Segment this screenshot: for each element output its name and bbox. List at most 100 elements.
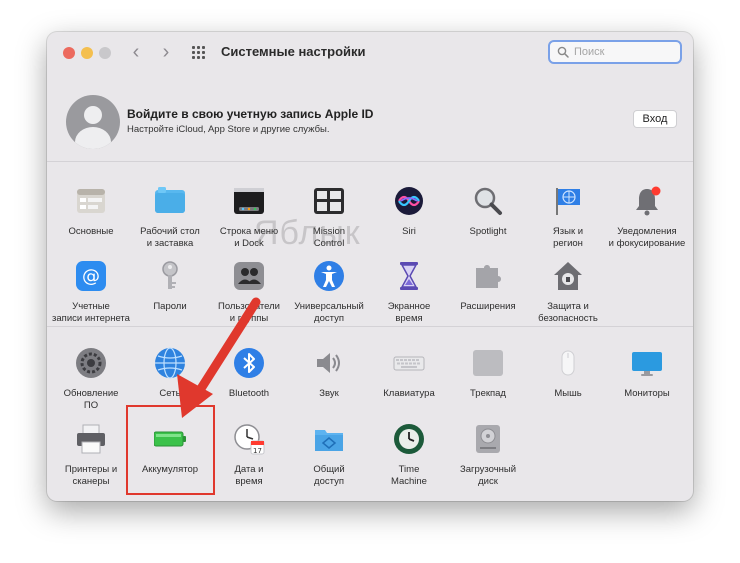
pref-trackpad[interactable]: Трекпад	[448, 347, 528, 400]
pref-label: Универсальный доступ	[294, 301, 364, 324]
language-flag-icon	[556, 188, 580, 215]
title-bar: ‹ › Системные настройки	[47, 32, 693, 74]
software-update-icon	[76, 348, 106, 378]
pref-startup-disk[interactable]: Загрузочный диск	[448, 423, 528, 488]
pref-label: Сеть	[159, 388, 181, 399]
watermark: Яблык	[254, 214, 361, 252]
pref-sharing[interactable]: Общий доступ	[289, 423, 369, 488]
pref-keyboard[interactable]: Клавиатура	[369, 347, 449, 400]
disk-icon	[476, 425, 500, 453]
pref-label: Bluetooth	[228, 388, 270, 399]
pref-language[interactable]: Язык и регион	[528, 185, 608, 250]
pref-internet-accounts[interactable]: @ Учетные записи интернета	[51, 260, 131, 325]
pref-label: Звук	[319, 388, 339, 399]
pref-label: Защита и безопасность	[538, 301, 598, 324]
apple-id-title: Войдите в свою учетную запись Apple ID	[127, 107, 374, 121]
keyboard-icon	[393, 356, 425, 371]
login-button[interactable]: Вход	[633, 110, 677, 128]
siri-icon	[395, 187, 423, 215]
pref-general[interactable]: Основные	[51, 185, 131, 238]
pref-label: Язык и регион	[552, 226, 584, 249]
apple-id-subtitle: Настройте iCloud, App Store и другие слу…	[127, 124, 330, 135]
pref-desktop[interactable]: Рабочий стол и заставка	[130, 185, 210, 250]
pref-siri[interactable]: Siri	[369, 185, 449, 238]
pref-screen-time[interactable]: Экранное время	[369, 260, 449, 325]
general-icon	[77, 189, 105, 213]
pref-label: Учетные записи интернета	[52, 301, 130, 324]
sharing-folder-icon	[315, 430, 343, 451]
apple-id-banner[interactable]: Войдите в свою учетную запись Apple ID Н…	[47, 74, 693, 161]
battery-highlight-box	[126, 405, 215, 495]
users-icon	[234, 262, 264, 290]
house-lock-icon	[554, 262, 582, 290]
show-all-grid-icon[interactable]	[192, 46, 208, 60]
pref-label: Экранное время	[387, 301, 431, 324]
time-machine-icon	[394, 424, 424, 454]
back-button[interactable]: ‹	[125, 42, 147, 64]
pref-label: Дата и время	[234, 464, 264, 487]
key-icon	[162, 261, 178, 289]
pref-label: Мышь	[554, 388, 582, 399]
search-input[interactable]	[574, 44, 674, 60]
pref-network[interactable]: Сеть	[130, 347, 210, 400]
pref-label: Принтеры и сканеры	[64, 464, 118, 487]
printer-icon	[77, 424, 105, 454]
spotlight-icon	[474, 187, 502, 215]
pref-label: Пароли	[153, 301, 187, 312]
forward-button[interactable]: ›	[155, 42, 177, 64]
pref-spotlight[interactable]: Spotlight	[448, 185, 528, 238]
pref-label: Обновление ПО	[63, 388, 119, 411]
svg-text:@: @	[82, 266, 100, 287]
pref-security[interactable]: Защита и безопасность	[528, 260, 608, 325]
dock-icon	[234, 188, 264, 214]
monitor-icon	[632, 352, 662, 376]
pref-software-update[interactable]: Обновление ПО	[51, 347, 131, 412]
trackpad-icon	[473, 350, 503, 376]
pref-label: Time Machine	[391, 464, 427, 487]
globe-icon	[155, 347, 185, 379]
pref-label: Уведомления и фокусирование	[608, 226, 686, 249]
pref-time-machine[interactable]: Time Machine	[369, 423, 449, 488]
pref-label: Spotlight	[469, 226, 507, 237]
hourglass-icon	[400, 262, 418, 290]
mission-control-icon	[314, 188, 344, 214]
pref-notifications[interactable]: Уведомления и фокусирование	[607, 185, 687, 250]
pref-label: Siri	[402, 226, 416, 237]
search-icon	[557, 46, 569, 58]
avatar[interactable]	[66, 95, 120, 149]
pref-printers[interactable]: Принтеры и сканеры	[51, 423, 131, 488]
speaker-icon	[317, 353, 340, 373]
bell-icon	[636, 186, 661, 216]
bluetooth-icon	[234, 348, 264, 378]
pref-label: Мониторы	[624, 388, 670, 399]
pref-mouse[interactable]: Мышь	[528, 347, 608, 400]
pref-users[interactable]: Пользователи и группы	[209, 260, 289, 325]
window-title: Системные настройки	[221, 44, 366, 59]
pref-sound[interactable]: Звук	[289, 347, 369, 400]
zoom-button[interactable]	[99, 47, 111, 59]
desktop-icon	[155, 187, 185, 213]
search-field[interactable]	[548, 40, 682, 64]
accessibility-icon	[314, 261, 344, 291]
clock-calendar-icon: 17	[234, 424, 265, 455]
pref-accessibility[interactable]: Универсальный доступ	[289, 260, 369, 325]
pref-label: Трекпад	[470, 388, 506, 399]
pref-label: Рабочий стол и заставка	[140, 226, 200, 249]
pref-label: Клавиатура	[383, 388, 435, 399]
pref-label: Общий доступ	[313, 464, 345, 487]
mouse-icon	[561, 350, 575, 376]
pref-date-time[interactable]: 17 Дата и время	[209, 423, 289, 488]
minimize-button[interactable]	[81, 47, 93, 59]
puzzle-icon	[476, 265, 501, 288]
divider	[47, 161, 693, 162]
pref-bluetooth[interactable]: Bluetooth	[209, 347, 289, 400]
pref-label: Загрузочный диск	[459, 464, 517, 487]
pref-displays[interactable]: Мониторы	[607, 347, 687, 400]
at-icon: @	[76, 261, 106, 291]
pref-passwords[interactable]: Пароли	[130, 260, 210, 313]
divider	[47, 326, 693, 327]
pref-label: Основные	[68, 226, 114, 237]
close-button[interactable]	[63, 47, 75, 59]
pref-label: Расширения	[460, 301, 516, 312]
pref-extensions[interactable]: Расширения	[448, 260, 528, 313]
